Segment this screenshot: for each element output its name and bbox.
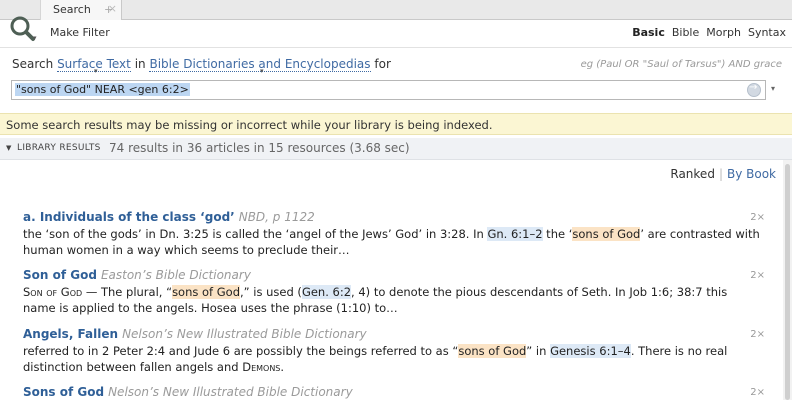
make-filter-button[interactable]: Make Filter (50, 26, 110, 39)
search-prefix: Search (12, 57, 54, 71)
result-title[interactable]: Angels, Fallen (23, 327, 118, 341)
result-snippet: referred to in 2 Peter 2:4 and Jude 6 ar… (23, 344, 728, 374)
result-count: 2× (750, 329, 765, 340)
search-hit: sons of God (172, 285, 241, 299)
result-title[interactable]: Son of God (23, 268, 97, 282)
result-source: Nelson’s New Illustrated Bible Dictionar… (108, 385, 353, 399)
result-title[interactable]: a. Individuals of the class ‘god’ (23, 210, 235, 224)
tab-search-label: Search (53, 3, 91, 16)
query-example: eg (Paul OR "Saul of Tarsus") AND grace (580, 59, 782, 70)
toolbar: ▾ Make Filter Basic Bible Morph Syntax (0, 16, 792, 47)
sort-by-book[interactable]: By Book (727, 167, 776, 181)
result-snippet: Son of God — The plural, “sons of God,” … (23, 285, 728, 315)
result-source: Nelson’s New Illustrated Bible Dictionar… (122, 327, 367, 341)
result-item[interactable]: a. Individuals of the class ‘god’ NBD, p … (23, 210, 773, 258)
result-source: NBD, p 1122 (238, 210, 315, 224)
indexing-warning: Some search results may be missing or in… (0, 113, 792, 135)
search-hit: sons of God (458, 344, 527, 358)
for-label: for (374, 57, 391, 71)
result-item[interactable]: Son of God Easton’s Bible Dictionary 2× S… (23, 268, 773, 316)
result-count: 2× (750, 212, 765, 223)
result-count: 2× (750, 387, 765, 398)
collection-selector[interactable]: Bible Dictionaries and Encyclopedias (149, 57, 371, 72)
result-item[interactable]: Sons of God Nelson’s New Illustrated Bibl… (23, 385, 773, 399)
sort-options: Ranked | By Book (670, 167, 776, 181)
divider (0, 47, 792, 48)
results-summary: 74 results in 36 articles in 15 resource… (109, 141, 410, 155)
warning-text: Some search results may be missing or in… (6, 118, 493, 132)
query-history-chevron-icon[interactable]: ▾ (771, 84, 775, 93)
result-snippet: the ‘son of the gods’ in Dn. 3:25 is cal… (23, 227, 760, 257)
bible-reference[interactable]: Gen. 6:2 (301, 285, 352, 299)
search-scope-line: Search Surface Text in Bible Dictionarie… (12, 57, 391, 72)
result-item[interactable]: Angels, Fallen Nelson’s New Illustrated B… (23, 327, 773, 375)
panel-menu-chevron-icon[interactable]: ▾ (33, 34, 37, 42)
in-label: in (134, 57, 146, 71)
search-mode-tabs: Basic Bible Morph Syntax (625, 26, 786, 39)
results-section-title: LIBRARY RESULTS (17, 143, 101, 153)
library-results-header[interactable]: ▼ LIBRARY RESULTS 74 results in 36 artic… (0, 138, 792, 160)
bible-reference[interactable]: Genesis 6:1–4 (550, 344, 631, 358)
sort-ranked[interactable]: Ranked (670, 167, 715, 181)
add-tab-icon[interactable]: + (104, 3, 113, 16)
go-arrow-icon[interactable] (747, 82, 761, 97)
mode-syntax[interactable]: Syntax (748, 26, 786, 39)
results-scrollbar[interactable] (783, 160, 792, 400)
query-text[interactable]: "sons of God" NEAR <gen 6:2> (15, 83, 190, 96)
bible-reference[interactable]: Gn. 6:1–2 (487, 227, 543, 241)
result-count: 2× (750, 270, 765, 281)
mode-morph[interactable]: Morph (706, 26, 741, 39)
result-source: Easton’s Bible Dictionary (100, 268, 251, 282)
sort-separator: | (718, 167, 723, 181)
collapse-chevron-icon[interactable]: ▼ (6, 144, 11, 152)
field-selector[interactable]: Surface Text (57, 57, 131, 72)
scroll-thumb[interactable] (785, 164, 790, 400)
mode-basic[interactable]: Basic (632, 26, 665, 39)
result-title[interactable]: Sons of God (23, 385, 104, 399)
tab-strip: Search × + (0, 0, 792, 20)
search-input[interactable]: "sons of God" NEAR <gen 6:2> (11, 80, 766, 100)
search-hit: sons of God (572, 227, 641, 241)
mode-bible[interactable]: Bible (672, 26, 699, 39)
